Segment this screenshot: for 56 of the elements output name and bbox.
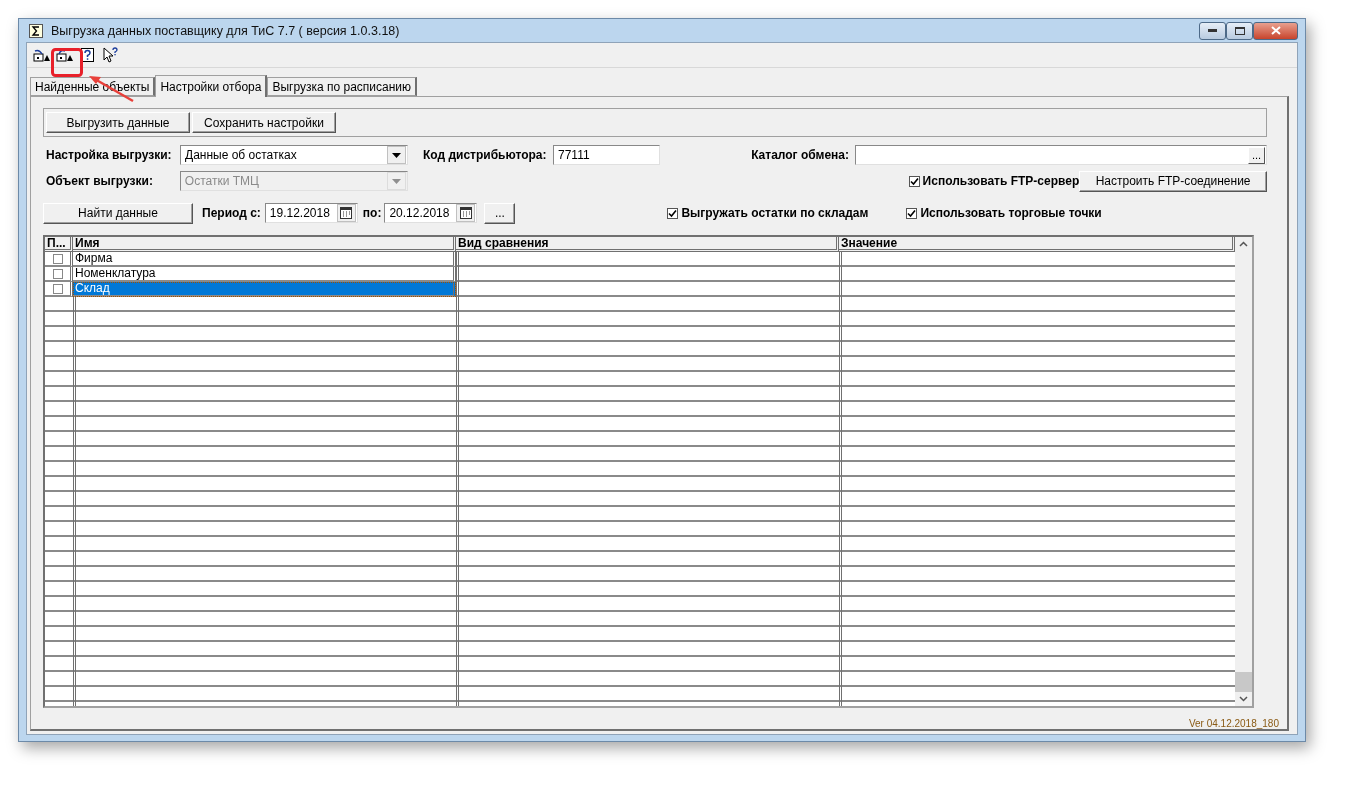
field-label: Период с: <box>202 206 261 220</box>
dropdown-arrow-icon <box>391 178 401 184</box>
minimize-button[interactable] <box>1199 21 1226 40</box>
row-checkbox[interactable] <box>52 268 63 279</box>
input-field[interactable]: 77111 <box>553 145 660 165</box>
close-button[interactable] <box>1253 21 1298 40</box>
close-icon <box>1270 26 1281 35</box>
box-arrow-icon <box>33 47 51 63</box>
context-help-button[interactable] <box>101 45 121 65</box>
scrollbar[interactable] <box>1235 237 1252 706</box>
date-field[interactable]: 20.12.2018 <box>384 203 478 223</box>
date-field[interactable]: 19.12.2018 <box>264 203 358 223</box>
check-icon <box>668 208 678 218</box>
find-button[interactable]: Найти данные <box>43 202 193 224</box>
calendar-icon[interactable] <box>340 207 353 219</box>
ftp-settings-button[interactable]: Настроить FTP-соединение <box>1079 170 1267 192</box>
column-header[interactable]: Значение <box>839 237 1235 252</box>
more-button[interactable]: ... <box>484 202 516 224</box>
maximize-icon <box>1234 26 1245 35</box>
version-label: Ver 04.12.2018_180 <box>1188 718 1279 729</box>
table-cell[interactable]: Склад <box>73 282 456 297</box>
pointer-help-icon <box>103 47 119 63</box>
field-label: Объект выгрузки: <box>46 174 154 188</box>
row-checkbox[interactable] <box>52 253 63 264</box>
browse-button[interactable]: ... <box>1248 146 1265 164</box>
table-cell[interactable]: Номенклатура <box>73 267 456 282</box>
checkbox[interactable] <box>906 207 918 219</box>
column-header[interactable]: Вид сравнения <box>456 237 839 252</box>
check-icon <box>909 176 919 186</box>
table-cell[interactable]: Фирма <box>73 252 456 267</box>
row-checkbox[interactable] <box>52 283 63 294</box>
field-label: Код дистрибьютора: <box>423 148 544 162</box>
checkbox-label: Использовать торговые точки <box>920 206 1102 220</box>
input-field[interactable]: ... <box>855 145 1267 165</box>
maximize-button[interactable] <box>1226 21 1253 40</box>
checkbox-label: Выгружать остатки по складам <box>681 206 869 220</box>
dropdown-field[interactable]: Данные об остатках <box>180 145 408 165</box>
window-title: Выгрузка данных поставщику для ТиС 7.7 ( версия 1.0.3.18) <box>51 23 400 38</box>
field-label: Настройка выгрузки: <box>46 148 173 162</box>
field-label: по: <box>362 206 382 220</box>
field-label: Каталог обмена: <box>751 148 849 162</box>
checkbox-label: Использовать FTP-сервер <box>922 174 1080 188</box>
dropdown-arrow-icon <box>392 152 401 158</box>
checkbox[interactable] <box>908 175 920 187</box>
action-button[interactable]: Выгрузить данные <box>46 112 190 133</box>
column-header[interactable]: П... <box>45 237 73 252</box>
column-header[interactable]: Имя <box>73 237 456 252</box>
minimize-icon <box>1208 29 1217 32</box>
check-icon <box>907 208 917 218</box>
action-button[interactable]: Сохранить настройки <box>192 112 336 133</box>
tab[interactable]: Выгрузка по расписанию <box>267 77 418 96</box>
scroll-thumb[interactable] <box>1235 672 1252 692</box>
calendar-icon[interactable] <box>459 207 472 219</box>
sigma-icon <box>29 23 43 38</box>
checkbox[interactable] <box>667 207 679 219</box>
tab[interactable]: Настройки отбора <box>155 75 268 97</box>
